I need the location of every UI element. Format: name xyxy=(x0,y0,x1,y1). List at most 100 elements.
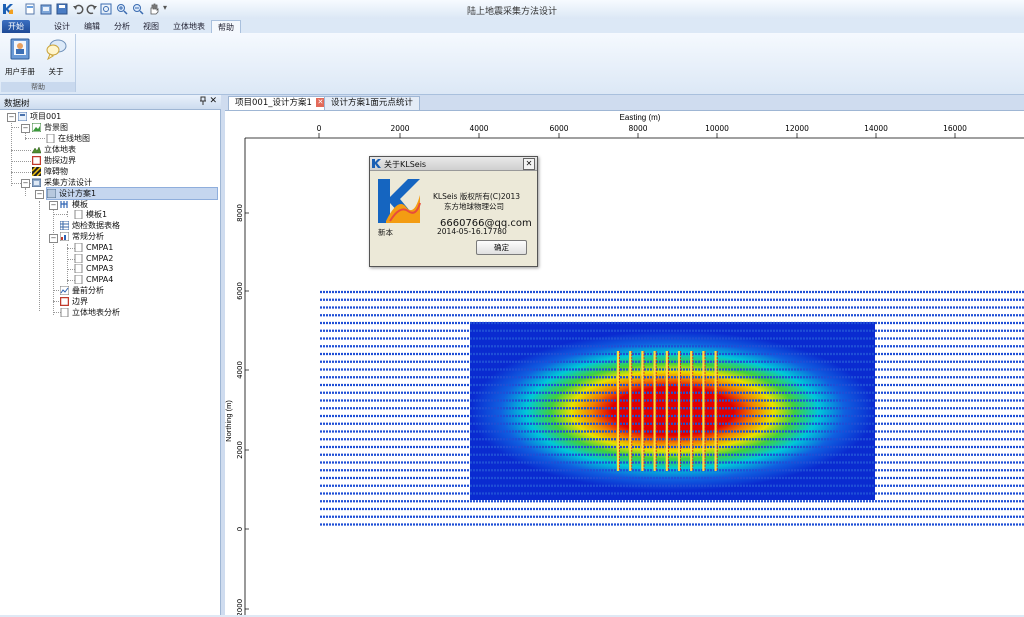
panel-close-icon[interactable]: ✕ xyxy=(209,96,217,106)
ok-button[interactable]: 确定 xyxy=(476,240,527,255)
tree-item-label: 背景图 xyxy=(44,123,68,132)
app-title: 陆上地震采集方法设计 xyxy=(466,7,557,17)
about-button[interactable]: 关于 xyxy=(39,38,73,77)
collapse-toggle-icon[interactable]: − xyxy=(7,113,16,122)
y-axis-label: Northing (m) xyxy=(225,400,233,442)
tree-item-3d-surface[interactable]: 立体地表 xyxy=(32,144,76,155)
survey-layout-plot[interactable]: Easting (m) Northing (m) 0 2000 4000 600… xyxy=(224,111,1024,617)
tab-3d-surface[interactable]: 立体地表 xyxy=(167,20,211,33)
collapse-toggle-icon[interactable]: − xyxy=(35,190,44,199)
tree-item-3d-surface-analysis[interactable]: 立体地表分析 xyxy=(60,307,120,318)
tab-edit[interactable]: 编辑 xyxy=(78,20,106,33)
tree-item-label: 项目001 xyxy=(30,112,62,121)
y-tick-label: -2000 xyxy=(236,599,244,615)
x-tick-label: 2000 xyxy=(390,124,409,133)
dialog-close-button[interactable]: ✕ xyxy=(523,158,535,170)
tab-bin-statistics[interactable]: 设计方案1面元点统计 xyxy=(324,96,420,110)
pin-icon[interactable] xyxy=(199,96,207,105)
tree-item-label: 立体地表 xyxy=(44,145,76,154)
tree-item-label: 边界 xyxy=(72,297,88,306)
collapse-toggle-icon[interactable]: − xyxy=(21,124,30,133)
x-tick-label: 12000 xyxy=(785,124,809,133)
template-icon xyxy=(60,201,68,208)
user-manual-button[interactable]: 用户手册 xyxy=(3,38,37,77)
about-label: 关于 xyxy=(48,67,64,76)
boundary-icon xyxy=(32,156,41,165)
tab-help[interactable]: 帮助 xyxy=(211,20,241,34)
tree-item-regular-analysis[interactable]: 常规分析 xyxy=(60,231,104,242)
tab-design-scheme-view[interactable]: 项目001_设计方案1 ✕ xyxy=(228,96,332,110)
tree-item-label: 设计方案1 xyxy=(59,189,97,198)
data-tree: − 项目001 − 背景图 在线地图 立体地表 勘探边界 障碍物 − 采集方法设… xyxy=(0,110,221,615)
dialog-version-label: 新本 xyxy=(378,228,393,237)
tab-analysis[interactable]: 分析 xyxy=(108,20,136,33)
tree-item-prestack-analysis[interactable]: 叠前分析 xyxy=(60,285,104,296)
x-tick-label: 4000 xyxy=(469,124,488,133)
tab-label: 设计方案1面元点统计 xyxy=(331,98,413,108)
tab-design[interactable]: 设计 xyxy=(48,20,76,33)
tree-item-label: CMPA3 xyxy=(86,264,114,273)
y-tick-group: 8000 6000 4000 2000 0 -2000 xyxy=(236,204,244,617)
tree-item-label: 在线地图 xyxy=(58,134,90,143)
document-icon xyxy=(74,243,83,252)
x-tick-label: 8000 xyxy=(628,124,647,133)
tree-item-label: CMPA4 xyxy=(86,275,114,284)
dialog-version: 2014-05-16.17780 xyxy=(437,227,507,236)
y-tick-label: 4000 xyxy=(236,361,244,379)
x-tick-group: 0 2000 4000 6000 8000 10000 12000 14000 … xyxy=(317,124,968,133)
project-icon xyxy=(18,112,27,121)
tree-item-cmpa1[interactable]: CMPA1 xyxy=(74,242,113,253)
tree-item-label: 模板 xyxy=(72,200,88,209)
tree-item-survey-boundary[interactable]: 勘探边界 xyxy=(32,155,76,166)
y-tick-label: 8000 xyxy=(236,204,244,222)
ribbon-group-label: 帮助 xyxy=(1,82,75,92)
document-icon xyxy=(74,254,83,263)
collapse-toggle-icon[interactable]: − xyxy=(49,201,58,210)
tree-item-label: CMPA1 xyxy=(86,243,114,252)
tree-item-label: 模板1 xyxy=(86,210,108,219)
tree-item-shot-receiver-table[interactable]: 炮检数据表格 xyxy=(60,220,120,231)
tree-item-label: 叠前分析 xyxy=(72,286,104,295)
title-bar: ▾ 陆上地震采集方法设计 xyxy=(0,0,1024,20)
data-tree-title: 数据树 xyxy=(4,99,30,109)
document-tab-bar: 项目001_设计方案1 ✕ 设计方案1面元点统计 xyxy=(225,95,1024,111)
tree-item-label: 炮检数据表格 xyxy=(72,221,120,230)
user-manual-label: 用户手册 xyxy=(5,67,35,76)
dialog-title-bar[interactable]: 关于KLSeis ✕ xyxy=(370,157,537,171)
tree-item-template-1[interactable]: 模板1 xyxy=(74,209,107,220)
tree-item-online-map[interactable]: 在线地图 xyxy=(46,133,90,144)
about-dialog: 关于KLSeis ✕ KLSeis 版权所有(C)2013 东方地球物理公司 6… xyxy=(369,156,538,267)
tab-view[interactable]: 视图 xyxy=(137,20,165,33)
x-tick-label: 14000 xyxy=(864,124,888,133)
tree-item-background-map[interactable]: 背景图 xyxy=(32,122,68,133)
image-icon xyxy=(32,123,41,132)
document-icon xyxy=(74,210,83,219)
tree-item-cmpa3[interactable]: CMPA3 xyxy=(74,263,113,274)
tree-item-label: 障碍物 xyxy=(44,167,68,176)
tab-start[interactable]: 开始 xyxy=(2,20,30,33)
prestack-icon xyxy=(60,286,69,295)
dialog-app-icon xyxy=(372,159,381,168)
collapse-toggle-icon[interactable]: − xyxy=(49,234,58,243)
ribbon-tab-bar: 开始 设计 编辑 分析 视图 立体地表 帮助 xyxy=(0,19,1024,34)
tree-item-label: 勘探边界 xyxy=(44,156,76,165)
tree-item-boundary[interactable]: 边界 xyxy=(60,296,88,307)
x-axis-label: Easting (m) xyxy=(620,113,661,122)
plot-canvas[interactable]: Easting (m) Northing (m) 0 2000 4000 600… xyxy=(224,111,1024,617)
fold-coverage-heatmap xyxy=(470,322,875,500)
user-manual-icon xyxy=(10,38,30,60)
x-tick-label: 0 xyxy=(317,124,322,133)
document-icon xyxy=(60,308,69,317)
tree-item-cmpa4[interactable]: CMPA4 xyxy=(74,274,113,285)
tree-item-label: 采集方法设计 xyxy=(44,178,92,187)
collapse-toggle-icon[interactable]: − xyxy=(21,179,30,188)
tree-item-project[interactable]: 项目001 xyxy=(18,111,61,122)
dialog-company: 东方地球物理公司 xyxy=(444,202,504,211)
dialog-title: 关于KLSeis xyxy=(384,160,427,169)
tree-item-obstacles[interactable]: 障碍物 xyxy=(32,166,68,177)
about-speech-bubble-icon xyxy=(46,39,67,61)
x-tick-label: 16000 xyxy=(943,124,967,133)
y-tick-label: 6000 xyxy=(236,282,244,300)
ribbon-panel: 用户手册 关于 帮助 xyxy=(0,33,1024,95)
boundary-icon xyxy=(60,297,69,306)
